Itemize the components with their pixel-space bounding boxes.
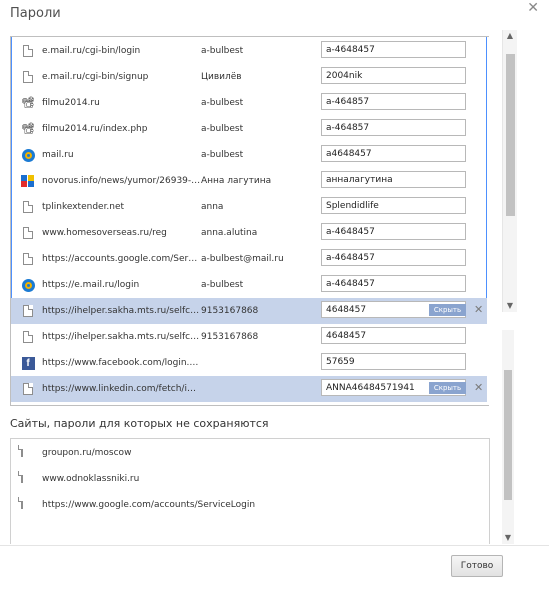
delete-icon[interactable]: ✕: [474, 303, 483, 316]
site-url: e.mail.ru/cgi-bin/login: [42, 46, 141, 56]
document-icon: [21, 445, 23, 457]
site-url: www.odnoklassniki.ru: [42, 474, 140, 484]
site-url: https://www.google.com/accounts/ServiceL…: [42, 500, 256, 510]
scroll-up-arrow-icon[interactable]: ▲: [503, 30, 517, 42]
username: Цивилёв: [201, 72, 242, 82]
footer-divider: [0, 545, 549, 546]
delete-icon[interactable]: ✕: [474, 381, 483, 394]
password-row[interactable]: f https://www.facebook.com/login.p... 5765…: [11, 350, 487, 376]
username: 9153167868: [201, 332, 259, 342]
site-url: https://www.linkedin.com/fetch/im...: [42, 384, 202, 394]
facebook-icon: f: [21, 356, 35, 370]
site-url: https://www.facebook.com/login.p...: [42, 358, 202, 368]
password-field[interactable]: a-464857: [321, 119, 466, 136]
password-row[interactable]: www.homesoverseas.ru/reg anna.alutina a-46…: [11, 220, 487, 246]
page-scrollbar-thumb[interactable]: [504, 370, 512, 500]
close-icon[interactable]: ✕: [527, 0, 539, 16]
site-url: https://accounts.google.com/Servi...: [42, 254, 202, 264]
site-url: filmu2014.ru/index.php: [42, 124, 148, 134]
password-row[interactable]: 📽 filmu2014.ru a-bulbest a-464857: [11, 90, 487, 116]
site-url: mail.ru: [42, 150, 74, 160]
password-field[interactable]: анналагутина: [321, 171, 466, 188]
password-row[interactable]: https://e.mail.ru/login a-bulbest a-464845…: [11, 272, 487, 298]
password-field[interactable]: a4648457: [321, 145, 466, 162]
film-camera-icon: 📽: [21, 96, 35, 109]
password-row[interactable]: https://accounts.google.com/Servi... a-bu…: [11, 246, 487, 272]
username: 9153167868: [201, 306, 259, 316]
site-url: tplinkextender.net: [42, 202, 125, 212]
password-row[interactable]: e.mail.ru/cgi-bin/login a-bulbest a-464845…: [11, 38, 487, 64]
never-saved-title: Сайты, пароли для которых не сохраняются: [10, 417, 269, 430]
password-field[interactable]: a-4648457: [321, 249, 466, 266]
novorus-icon: [21, 174, 35, 188]
never-saved-row[interactable]: https://www.google.com/accounts/ServiceL…: [11, 492, 487, 518]
never-saved-row[interactable]: www.odnoklassniki.ru: [11, 466, 487, 492]
scroll-down-arrow-icon[interactable]: ▼: [503, 300, 517, 312]
username: a-bulbest@mail.ru: [201, 254, 284, 264]
document-icon: [21, 70, 35, 84]
page-scroll-down-arrow-icon[interactable]: ▼: [502, 532, 514, 544]
password-row[interactable]: e.mail.ru/cgi-bin/signup Цивилёв 2004nik: [11, 64, 487, 90]
username: a-bulbest: [201, 46, 244, 56]
username: Анна лагутина: [201, 176, 272, 186]
password-field[interactable]: 4648457: [321, 327, 466, 344]
username: a-bulbest: [201, 124, 244, 134]
dialog-title: Пароли: [10, 6, 61, 21]
password-field[interactable]: Splendidlife: [321, 197, 466, 214]
document-icon: [21, 382, 35, 396]
password-field[interactable]: a-4648457: [321, 275, 466, 292]
hide-password-button[interactable]: Скрыть: [429, 304, 466, 316]
password-row[interactable]: https://ihelper.sakha.mts.ru/selfcar... 9…: [11, 298, 487, 324]
document-icon: [21, 252, 35, 266]
password-field[interactable]: 57659: [321, 353, 466, 370]
film-camera-icon: 📽: [21, 122, 35, 135]
username: anna.alutina: [201, 228, 258, 238]
mail-ru-icon: [21, 278, 35, 292]
username: a-bulbest: [201, 98, 244, 108]
mail-ru-icon: [21, 148, 35, 162]
username: anna: [201, 202, 224, 212]
saved-passwords-list[interactable]: e.mail.ru/cgi-bin/login a-bulbest a-464845…: [10, 36, 489, 406]
password-row[interactable]: https://www.linkedin.com/fetch/im... ANNA…: [11, 376, 487, 402]
password-row[interactable]: novorus.info/news/yumor/26939-a... Анна л…: [11, 168, 487, 194]
password-field[interactable]: a-4648457: [321, 41, 466, 58]
site-url: e.mail.ru/cgi-bin/signup: [42, 72, 149, 82]
password-field[interactable]: a-4648457: [321, 223, 466, 240]
site-url: filmu2014.ru: [42, 98, 100, 108]
password-field[interactable]: a-464857: [321, 93, 466, 110]
password-field[interactable]: 2004nik: [321, 67, 466, 84]
passwords-scrollbar[interactable]: ▲ ▼: [502, 30, 517, 312]
done-button[interactable]: Готово: [451, 555, 503, 577]
username: a-bulbest: [201, 280, 244, 290]
site-url: groupon.ru/moscow: [42, 448, 132, 458]
site-url: https://ihelper.sakha.mts.ru/selfcar...: [42, 332, 202, 342]
site-url: novorus.info/news/yumor/26939-a...: [42, 176, 202, 186]
site-url: https://ihelper.sakha.mts.ru/selfcar...: [42, 306, 202, 316]
document-icon: [21, 304, 35, 318]
username: a-bulbest: [201, 150, 244, 160]
password-row[interactable]: mail.ru a-bulbest a4648457: [11, 142, 487, 168]
document-icon: [21, 497, 23, 509]
never-saved-row[interactable]: groupon.ru/moscow: [11, 440, 487, 466]
document-icon: [21, 44, 35, 58]
site-url: https://e.mail.ru/login: [42, 280, 140, 290]
document-icon: [21, 330, 35, 344]
password-row[interactable]: 📽 filmu2014.ru/index.php a-bulbest a-464857: [11, 116, 487, 142]
hide-password-button[interactable]: Скрыть: [429, 382, 466, 394]
scrollbar-thumb[interactable]: [506, 54, 515, 216]
document-icon: [21, 200, 35, 214]
never-saved-list[interactable]: groupon.ru/moscow www.odnoklassniki.ru htt…: [10, 438, 490, 544]
page-scrollbar[interactable]: ▼: [502, 330, 514, 544]
document-icon: [21, 226, 35, 240]
password-row[interactable]: tplinkextender.net anna Splendidlife: [11, 194, 487, 220]
document-icon: [21, 471, 23, 483]
password-row[interactable]: https://ihelper.sakha.mts.ru/selfcar... 9…: [11, 324, 487, 350]
site-url: www.homesoverseas.ru/reg: [42, 228, 167, 238]
